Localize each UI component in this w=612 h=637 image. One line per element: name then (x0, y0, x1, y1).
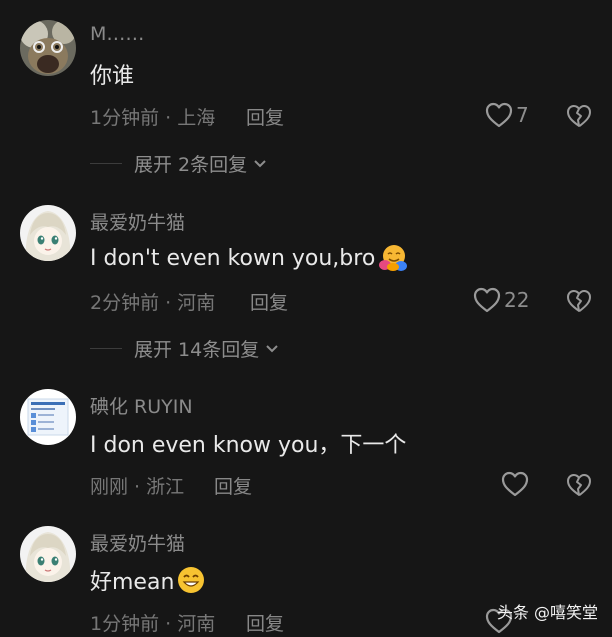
like-count: 22 (504, 288, 530, 312)
expand-replies-label: 展开 14条回复 (134, 339, 260, 361)
expand-replies-button[interactable]: 展开 2条回复 (90, 150, 267, 177)
chevron-down-icon (254, 159, 266, 167)
like-button[interactable]: 7 (485, 102, 529, 128)
watermark: 头条 @嘻笑堂 (496, 603, 598, 622)
broken-heart-icon (567, 474, 591, 496)
broken-heart-icon (567, 290, 591, 312)
smiling-face-icon (178, 567, 205, 593)
divider (90, 348, 122, 349)
divider (90, 163, 122, 164)
time-location: 1分钟前 · 上海 (90, 107, 216, 129)
username[interactable]: 碘化 RUYIN (90, 392, 193, 419)
avatar[interactable] (20, 389, 76, 445)
comment-text: I don even know you，下一个 (90, 427, 406, 459)
username[interactable]: 最爱奶牛猫 (90, 208, 185, 235)
reply-button[interactable]: 回复 (214, 472, 252, 499)
heart-icon (473, 287, 501, 313)
avatar[interactable] (20, 20, 76, 76)
avatar[interactable] (20, 205, 76, 261)
comment-list: M…… 你谁 1分钟前 · 上海 回复 7 展开 2条回复 最爱奶牛猫 I do… (0, 0, 612, 637)
dislike-button[interactable] (566, 104, 592, 132)
comment-text: 你谁 (90, 58, 134, 90)
hugging-face-icon (379, 245, 408, 271)
expand-replies-label: 展开 2条回复 (134, 154, 248, 176)
comment-text-body: I don even know you，下一个 (90, 433, 407, 458)
comment-text-body: 你谁 (90, 64, 135, 89)
like-button[interactable] (501, 471, 529, 497)
comment-text: 好mean (90, 564, 206, 596)
reply-button[interactable]: 回复 (246, 609, 284, 636)
comment-text: I don't even kown you,bro (90, 243, 408, 273)
avatar[interactable] (20, 526, 76, 582)
expand-replies-button[interactable]: 展开 14条回复 (90, 335, 279, 362)
dislike-button[interactable] (566, 473, 592, 501)
heart-icon (485, 102, 513, 128)
heart-icon (501, 471, 529, 497)
like-count: 7 (516, 103, 529, 127)
username[interactable]: 最爱奶牛猫 (90, 529, 185, 556)
time-location: 1分钟前 · 河南 (90, 613, 216, 635)
time-location: 刚刚 · 浙江 (90, 476, 185, 498)
comment-text-body: I don't even kown you,bro (90, 245, 376, 271)
broken-heart-icon (567, 105, 591, 127)
username[interactable]: M…… (90, 23, 144, 45)
chevron-down-icon (266, 344, 278, 352)
comment-text-body: 好mean (90, 570, 175, 595)
time-location: 2分钟前 · 河南 (90, 292, 216, 314)
reply-button[interactable]: 回复 (250, 288, 288, 315)
reply-button[interactable]: 回复 (246, 103, 284, 130)
like-button[interactable]: 22 (473, 287, 529, 313)
dislike-button[interactable] (566, 289, 592, 317)
